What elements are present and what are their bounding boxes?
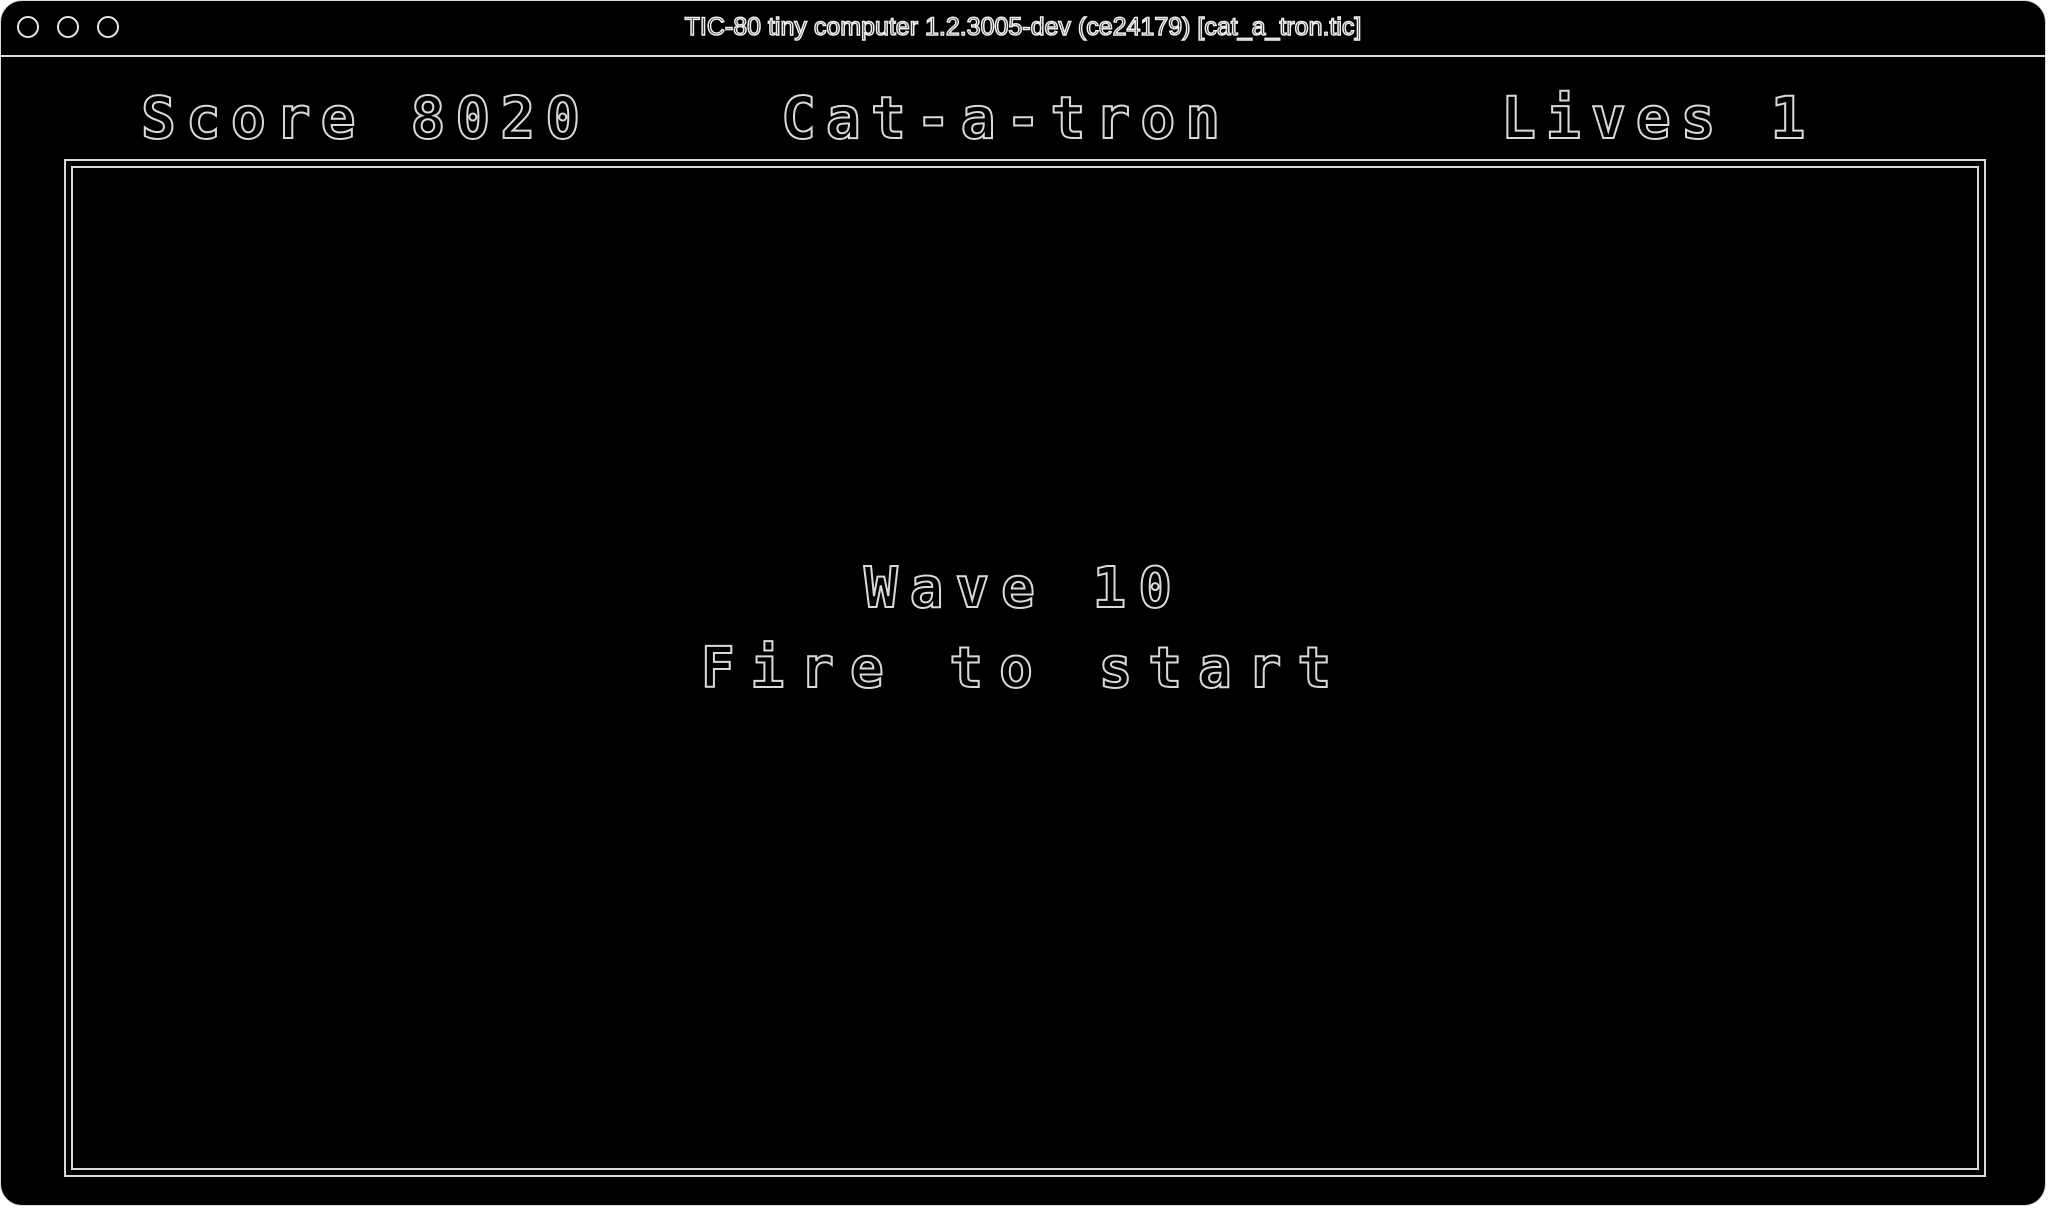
- game-title: Cat-a-tron: [780, 84, 1231, 152]
- start-prompt: Fire to start: [700, 636, 1348, 701]
- wave-label: Wave 10: [863, 556, 1184, 621]
- title-bar: TIC-80 tiny computer 1.2.3005-dev (ce241…: [1, 1, 2045, 57]
- window-title: TIC-80 tiny computer 1.2.3005-dev (ce241…: [684, 12, 1362, 42]
- score-display: Score 8020: [140, 84, 591, 152]
- lives-display: Lives 1: [1500, 84, 1816, 152]
- app-window: TIC-80 tiny computer 1.2.3005-dev (ce241…: [0, 0, 2046, 1206]
